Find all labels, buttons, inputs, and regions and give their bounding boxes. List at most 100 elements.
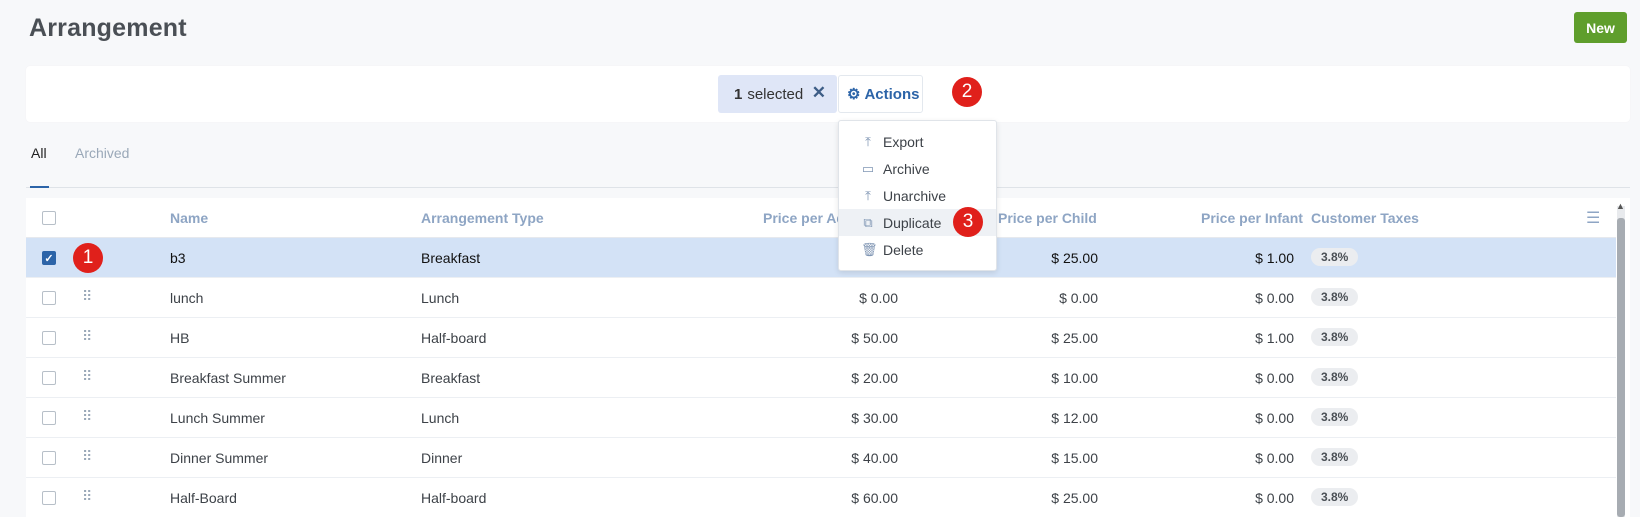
column-header-price-per-infant[interactable]: Price per Infant <box>1201 210 1303 226</box>
row-price-infant: $ 0.00 <box>1255 290 1294 306</box>
active-tab-indicator <box>30 186 49 188</box>
column-header-name[interactable]: Name <box>170 210 208 226</box>
row-price-adult: $ 50.00 <box>851 330 898 346</box>
row-price-adult: $ 0.00 <box>859 290 898 306</box>
column-header-price-per-child[interactable]: Price per Child <box>998 210 1097 226</box>
actions-button[interactable]: ⚙ Actions <box>838 75 923 113</box>
row-type: Lunch <box>421 410 460 426</box>
actions-dropdown-menu: ⤒ Export ▭ Archive ⤒ Unarchive ⧉ Duplica… <box>838 120 997 271</box>
selection-label: selected <box>747 85 804 103</box>
page-title: Arrangement <box>29 14 187 42</box>
row-checkbox[interactable] <box>42 491 56 505</box>
row-name: Dinner Summer <box>170 450 269 466</box>
row-price-infant: $ 1.00 <box>1255 330 1294 346</box>
table-row[interactable]: ⠿ HB Half-board $ 50.00 $ 25.00 $ 1.00 3… <box>26 318 1616 358</box>
row-name: lunch <box>170 290 204 306</box>
row-name: Half-Board <box>170 490 237 506</box>
table-row[interactable]: ⠿ Breakfast Summer Breakfast $ 20.00 $ 1… <box>26 358 1616 398</box>
column-header-arrangement-type[interactable]: Arrangement Type <box>421 210 544 226</box>
table-row[interactable]: ✓ b3 Breakfast $ 25.00 $ 1.00 3.8% <box>26 238 1616 278</box>
row-price-child: $ 25.00 <box>1051 490 1098 506</box>
menu-item-label: Export <box>883 133 924 150</box>
table-row[interactable]: ⠿ Dinner Summer Dinner $ 40.00 $ 15.00 $… <box>26 438 1616 478</box>
tax-badge: 3.8% <box>1311 488 1359 506</box>
row-checkbox[interactable] <box>42 371 56 385</box>
row-price-adult: $ 60.00 <box>851 490 898 506</box>
tax-badge: 3.8% <box>1311 328 1359 346</box>
table-row[interactable]: ⠿ Lunch Summer Lunch $ 30.00 $ 12.00 $ 0… <box>26 398 1616 438</box>
menu-item-label: Duplicate <box>883 214 942 231</box>
tax-badge: 3.8% <box>1311 288 1359 306</box>
select-all-checkbox[interactable] <box>42 211 56 225</box>
menu-item-archive[interactable]: ▭ Archive <box>839 155 996 182</box>
drag-handle-icon[interactable]: ⠿ <box>82 289 92 303</box>
row-name: HB <box>170 330 190 346</box>
drag-handle-icon[interactable]: ⠿ <box>82 369 92 383</box>
tax-badge: 3.8% <box>1311 248 1359 266</box>
menu-item-label: Archive <box>883 160 930 177</box>
row-price-infant: $ 0.00 <box>1255 450 1294 466</box>
drag-handle-icon[interactable]: ⠿ <box>82 409 92 423</box>
step-badge-1: 1 <box>73 243 103 273</box>
scroll-up-arrow-icon[interactable]: ▲ <box>1616 201 1625 211</box>
menu-item-label: Delete <box>883 241 924 258</box>
menu-item-export[interactable]: ⤒ Export <box>839 128 996 155</box>
tax-badge: 3.8% <box>1311 448 1359 466</box>
row-price-infant: $ 0.00 <box>1255 490 1294 506</box>
tab-archived[interactable]: Archived <box>75 145 129 161</box>
arrangement-page: Arrangement New 1 selected ✕ ⚙ Actions A… <box>0 0 1640 517</box>
row-price-child: $ 0.00 <box>1059 290 1098 306</box>
step-badge-3: 3 <box>953 207 983 237</box>
row-type: Lunch <box>421 290 460 306</box>
column-header-customer-taxes[interactable]: Customer Taxes <box>1311 210 1419 226</box>
row-name: Lunch Summer <box>170 410 265 426</box>
row-price-infant: $ 0.00 <box>1255 370 1294 386</box>
step-badge-2: 2 <box>952 77 982 107</box>
drag-handle-icon[interactable]: ⠿ <box>82 489 92 503</box>
row-name: b3 <box>170 250 186 266</box>
drag-handle-icon[interactable]: ⠿ <box>82 329 92 343</box>
actions-label: Actions <box>864 85 920 103</box>
tax-badge: 3.8% <box>1311 368 1359 386</box>
row-price-child: $ 25.00 <box>1051 250 1098 266</box>
row-price-adult: $ 20.00 <box>851 370 898 386</box>
row-price-child: $ 15.00 <box>1051 450 1098 466</box>
row-type: Dinner <box>421 450 463 466</box>
row-type: Half-board <box>421 330 487 346</box>
scrollbar-thumb[interactable] <box>1617 218 1625 517</box>
menu-item-delete[interactable]: 🗑 Delete <box>839 236 996 263</box>
tabs-bar: All Archived <box>26 140 1630 188</box>
gear-icon: ⚙ <box>847 86 861 103</box>
trash-icon: 🗑 <box>861 241 878 257</box>
menu-item-unarchive[interactable]: ⤒ Unarchive <box>839 182 996 209</box>
row-price-child: $ 10.00 <box>1051 370 1098 386</box>
row-price-child: $ 12.00 <box>1051 410 1098 426</box>
row-checkbox[interactable] <box>42 411 56 425</box>
tax-badge: 3.8% <box>1311 408 1359 426</box>
export-icon: ⤒ <box>865 133 871 149</box>
clear-selection-icon[interactable]: ✕ <box>812 83 826 103</box>
row-checkbox[interactable] <box>42 291 56 305</box>
new-button[interactable]: New <box>1574 12 1627 43</box>
archive-icon: ▭ <box>861 160 875 176</box>
row-price-adult: $ 30.00 <box>851 410 898 426</box>
row-price-child: $ 25.00 <box>1051 330 1098 346</box>
menu-item-label: Unarchive <box>883 187 947 204</box>
row-price-infant: $ 1.00 <box>1255 250 1294 266</box>
selection-count: 1 <box>734 85 743 103</box>
selection-pill: 1 selected ✕ <box>718 75 837 113</box>
duplicate-icon: ⧉ <box>863 214 873 230</box>
row-name: Breakfast Summer <box>170 370 286 386</box>
table-header: Name Arrangement Type Price per Adult Pr… <box>26 198 1616 238</box>
drag-handle-icon[interactable]: ⠿ <box>82 449 92 463</box>
row-checkbox[interactable] <box>42 451 56 465</box>
table-row[interactable]: ⠿ Half-Board Half-board $ 60.00 $ 25.00 … <box>26 478 1616 517</box>
row-price-adult: $ 40.00 <box>851 450 898 466</box>
row-checkbox[interactable]: ✓ <box>42 251 56 265</box>
row-checkbox[interactable] <box>42 331 56 345</box>
row-price-infant: $ 0.00 <box>1255 410 1294 426</box>
unarchive-icon: ⤒ <box>865 187 871 203</box>
table-row[interactable]: ⠿ lunch Lunch $ 0.00 $ 0.00 $ 0.00 3.8% <box>26 278 1616 318</box>
tab-all[interactable]: All <box>31 145 47 161</box>
column-settings-icon[interactable]: ☰ <box>1586 208 1600 228</box>
